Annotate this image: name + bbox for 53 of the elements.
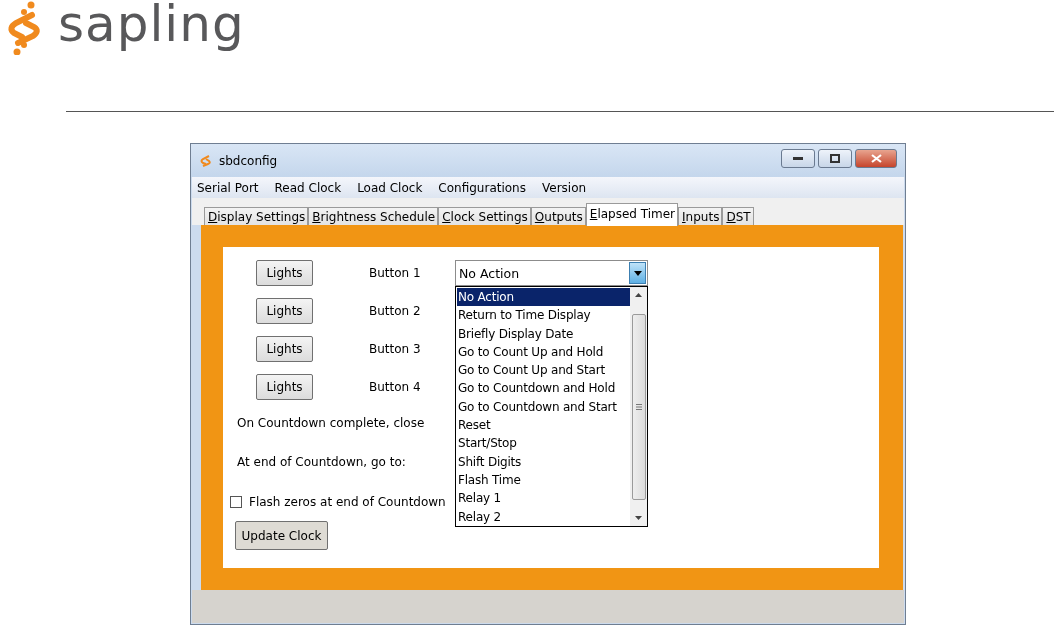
dropdown-option[interactable]: Go to Count Up and Hold (457, 342, 630, 362)
dropdown-option[interactable]: Go to Countdown and Start (457, 397, 630, 417)
action-dropdown[interactable]: No Action (455, 260, 648, 286)
lights-button[interactable]: Lights (256, 298, 313, 324)
checkbox[interactable] (230, 496, 242, 508)
button-label: Button 1 (369, 266, 422, 280)
tab[interactable]: Display Settings (204, 207, 309, 225)
dropdown-option[interactable]: Go to Countdown and Hold (457, 379, 630, 398)
grip-icon (635, 403, 642, 410)
button-label: Button 4 (369, 380, 422, 394)
scroll-down-icon (635, 516, 642, 520)
menu-item[interactable]: Serial Port (197, 180, 259, 195)
menu-item[interactable]: Read Clock (274, 180, 342, 195)
window-title: sbdconfig (219, 153, 278, 168)
tab[interactable]: Outputs (530, 207, 586, 225)
logo-wordmark: sapling (58, 0, 245, 54)
button-label: Button 2 (369, 304, 422, 318)
lights-button[interactable]: Lights (256, 374, 313, 400)
close-button[interactable] (855, 149, 897, 168)
dropdown-option[interactable]: Flash Time (457, 470, 630, 490)
dropdown-option[interactable]: Relay 2 (457, 507, 630, 526)
countdown-close-label: On Countdown complete, close (237, 416, 425, 430)
tab[interactable]: DST (722, 207, 754, 225)
tab[interactable]: Brightness Schedule (308, 207, 439, 225)
dropdown-option[interactable]: Go to Count Up and Start (457, 361, 630, 380)
dropdown-option[interactable]: Relay 1 (457, 489, 630, 508)
scrollbar-thumb[interactable] (631, 313, 646, 500)
maximize-icon (830, 154, 840, 163)
update-clock-button[interactable]: Update Clock (235, 521, 328, 550)
scroll-up-icon (635, 293, 642, 297)
close-icon (870, 154, 882, 163)
dropdown-option[interactable]: Start/Stop (457, 434, 630, 453)
lights-button[interactable]: Lights (256, 260, 313, 286)
dropdown-option[interactable]: Reset (457, 416, 630, 435)
minimize-icon (793, 156, 803, 161)
checkbox-label: Flash zeros at end of Countdown (249, 495, 446, 509)
countdown-end-label: At end of Countdown, go to: (237, 455, 406, 469)
menu-item[interactable]: Version (542, 180, 587, 195)
tab[interactable]: Inputs (678, 207, 723, 225)
lights-button[interactable]: Lights (256, 336, 313, 362)
scrollbar[interactable] (630, 287, 647, 526)
menu-item[interactable]: Load Clock (357, 180, 423, 195)
dropdown-option[interactable]: No Action (457, 288, 630, 307)
maximize-button[interactable] (818, 149, 852, 168)
dropdown-option[interactable]: Shift Digits (457, 452, 630, 471)
app-icon (199, 152, 213, 169)
button-label: Button 3 (369, 342, 422, 356)
dropdown-option[interactable]: Return to Time Display (457, 306, 630, 325)
menu-item[interactable]: Configurations (438, 180, 526, 195)
minimize-button[interactable] (781, 149, 815, 168)
dropdown-option[interactable]: Briefly Display Date (457, 324, 630, 343)
tab[interactable]: Elapsed Timer (585, 203, 679, 226)
tab[interactable]: Clock Settings (438, 207, 531, 225)
